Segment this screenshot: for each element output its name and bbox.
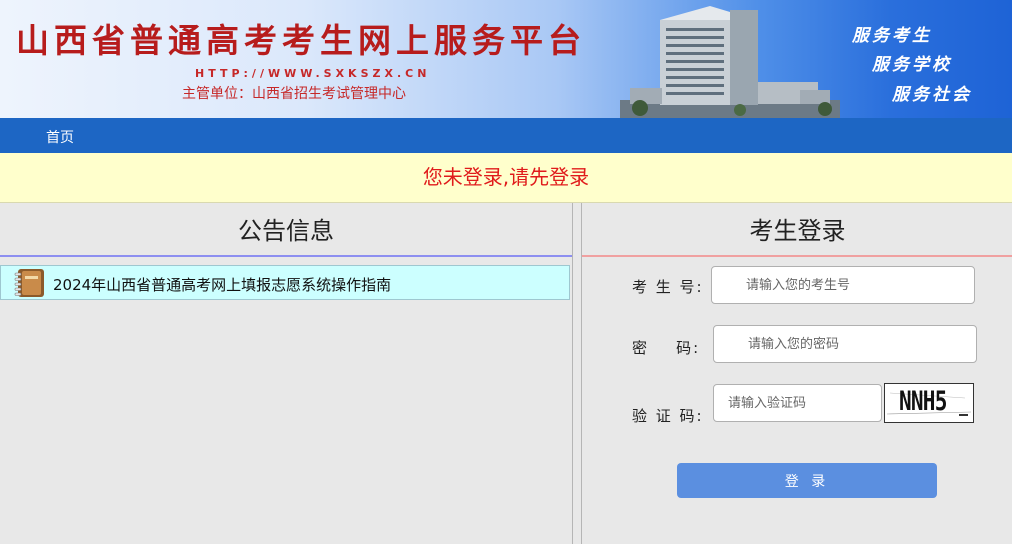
captcha-image[interactable]: NNH5 bbox=[884, 383, 974, 423]
password-input[interactable] bbox=[713, 325, 977, 363]
nav-home-link[interactable]: 首页 bbox=[46, 127, 74, 147]
nav-bar: 首页 bbox=[0, 118, 1012, 153]
announcement-item-label: 2024年山西省普通高考网上填报志愿系统操作指南 bbox=[53, 276, 392, 294]
announcement-divider bbox=[0, 255, 572, 257]
slogan-1: 服务考生 bbox=[852, 26, 932, 46]
candidate-number-label: 考 生 号: bbox=[632, 278, 704, 296]
building-image bbox=[620, 6, 840, 118]
login-panel: 考生登录 考 生 号: 密 码: 验 证 码: NNH5 登 录 bbox=[581, 203, 1012, 544]
candidate-number-input[interactable] bbox=[711, 266, 975, 304]
announcement-title: 公告信息 bbox=[238, 217, 334, 245]
slogan-3: 服务社会 bbox=[892, 85, 972, 105]
slogan-2: 服务学校 bbox=[872, 55, 952, 75]
announcement-item[interactable]: 2024年山西省普通高考网上填报志愿系统操作指南 bbox=[0, 265, 570, 300]
login-button[interactable]: 登 录 bbox=[677, 463, 937, 498]
site-url: HTTP://WWW.SXKSZX.CN bbox=[195, 67, 431, 80]
notebook-icon bbox=[14, 269, 44, 297]
password-label: 密 码: bbox=[632, 339, 701, 357]
captcha-input[interactable] bbox=[713, 384, 882, 422]
captcha-text: NNH5 bbox=[899, 386, 947, 417]
login-divider bbox=[582, 255, 1012, 257]
header-banner: 山西省普通高考考生网上服务平台 HTTP://WWW.SXKSZX.CN 主管单… bbox=[0, 0, 1012, 118]
login-title: 考生登录 bbox=[749, 217, 846, 245]
site-title: 山西省普通高考考生网上服务平台 bbox=[16, 21, 586, 60]
site-org: 主管单位：山西省招生考试管理中心 bbox=[182, 86, 406, 102]
login-required-notice: 您未登录,请先登录 bbox=[0, 153, 1012, 203]
captcha-label: 验 证 码: bbox=[632, 407, 704, 425]
announcement-panel: 公告信息 2024年山西省普通高考网上填报志愿系统操作指南 bbox=[0, 203, 573, 544]
